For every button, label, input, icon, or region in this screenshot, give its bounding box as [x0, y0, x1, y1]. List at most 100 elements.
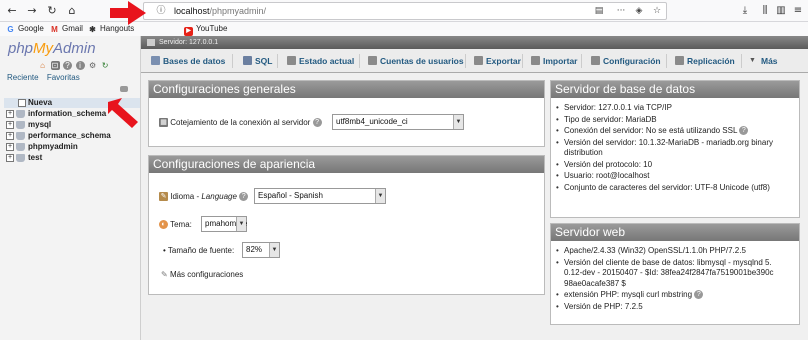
pocket-icon[interactable]: ◈: [632, 4, 646, 18]
exit-icon[interactable]: ⊡: [50, 61, 60, 70]
help-icon[interactable]: ?: [739, 126, 749, 136]
server-label[interactable]: Servidor: 127.0.0.1: [159, 39, 218, 46]
new-db-icon: [18, 99, 26, 107]
status-icon: [287, 56, 296, 65]
phpmyadmin-logo[interactable]: phpMyAdmin: [8, 40, 96, 57]
wrench-icon: ✎: [161, 270, 168, 279]
tab-status[interactable]: Estado actual: [285, 52, 354, 70]
server-icon: [147, 39, 155, 46]
help-icon[interactable]: ?: [694, 290, 704, 300]
info-item: Versión del cliente de base de datos: li…: [555, 258, 777, 290]
database-server-info: Servidor: 127.0.0.1 via TCP/IP Tipo de s…: [555, 103, 777, 194]
export-icon: [474, 56, 483, 65]
database-icon: [16, 154, 25, 162]
navigation-panel: phpMyAdmin ⌂ ⊡ ? i ⚙ ↻ Reciente Favorita…: [0, 36, 141, 340]
database-icon: [16, 143, 25, 151]
info-item: Versión del protocolo: 10: [555, 160, 777, 171]
recent-tab[interactable]: Reciente: [7, 73, 39, 82]
database-server-panel: Servidor de base de datos Servidor: 127.…: [550, 80, 800, 218]
url-bar[interactable]: ⓘ localhost/phpmyadmin/ ▤ ··· ◈ ☆: [143, 2, 667, 20]
tree-item-performance-schema[interactable]: + performance_schema: [4, 131, 140, 141]
tab-replication[interactable]: Replicación: [673, 52, 735, 70]
expand-icon[interactable]: +: [6, 121, 14, 129]
google-icon: G: [7, 25, 14, 34]
appearance-settings-title: Configuraciones de apariencia: [149, 156, 544, 173]
databases-icon: [151, 56, 160, 65]
red-arrow-new-icon: [108, 98, 138, 128]
collation-icon: ▦: [159, 118, 168, 128]
expand-icon[interactable]: +: [6, 110, 14, 118]
language-icon: ✎: [159, 192, 168, 202]
web-server-panel: Servidor web Apache/2.4.33 (Win32) OpenS…: [550, 223, 800, 325]
reload-icon[interactable]: ↻: [44, 3, 60, 19]
help-icon[interactable]: ?: [239, 192, 249, 202]
url-text: localhost/phpmyadmin/: [174, 6, 267, 16]
sql-icon: [243, 56, 252, 65]
library-icon[interactable]: ⫼: [757, 3, 773, 19]
database-icon: [16, 132, 25, 140]
font-size-label: • Tamaño de fuente:: [163, 246, 235, 255]
theme-label: ◐ Tema:: [159, 220, 192, 230]
collation-label: ▦ Cotejamiento de la conexión al servido…: [159, 118, 322, 128]
sidebar-icon[interactable]: ▥: [773, 3, 789, 19]
language-select[interactable]: Español - Spanish ▼: [254, 188, 386, 204]
more-settings-link[interactable]: ✎ Más configuraciones: [161, 270, 243, 279]
settings-icon[interactable]: ⚙: [88, 61, 97, 70]
forward-icon[interactable]: →: [24, 3, 40, 19]
chevron-down-icon: ▼: [749, 57, 756, 64]
help-icon[interactable]: ?: [312, 118, 322, 128]
main-content: Configuraciones generales ▦ Cotejamiento…: [141, 73, 808, 340]
tab-sql[interactable]: SQL: [241, 52, 272, 70]
main-tabs: Bases de datos SQL Estado actual Cuentas…: [141, 49, 808, 73]
back-icon[interactable]: ←: [4, 3, 20, 19]
import-icon: [531, 56, 540, 65]
help-icon[interactable]: ?: [63, 61, 73, 70]
theme-select[interactable]: pmahomme ▼: [201, 216, 247, 232]
font-size-select[interactable]: 82% ▼: [242, 242, 280, 258]
home-icon[interactable]: ⌂: [64, 3, 80, 19]
docs-icon[interactable]: i: [75, 61, 85, 70]
tab-import[interactable]: Importar: [529, 52, 577, 70]
database-icon: [16, 121, 25, 129]
expand-icon[interactable]: +: [6, 132, 14, 140]
info-item: Usuario: root@localhost: [555, 171, 777, 182]
reload-nav-icon[interactable]: ↻: [101, 61, 110, 70]
expand-icon[interactable]: +: [6, 154, 14, 162]
tab-export[interactable]: Exportar: [472, 52, 521, 70]
link-icon[interactable]: [120, 86, 128, 92]
reader-view-icon[interactable]: ▤: [592, 4, 606, 18]
collation-select[interactable]: utf8mb4_unicode_ci ▼: [332, 114, 464, 130]
page-actions-icon[interactable]: ···: [614, 4, 628, 18]
general-settings-panel: Configuraciones generales ▦ Cotejamiento…: [148, 80, 545, 147]
tree-item-phpmyadmin[interactable]: + phpmyadmin: [4, 142, 140, 152]
replication-icon: [675, 56, 684, 65]
download-icon[interactable]: ⤓: [737, 3, 753, 19]
chevron-down-icon: ▼: [269, 243, 279, 257]
bookmark-google[interactable]: G Google: [6, 23, 43, 35]
tab-user-accounts[interactable]: Cuentas de usuarios: [366, 52, 464, 70]
server-breadcrumb: Servidor: 127.0.0.1: [141, 36, 808, 49]
menu-icon[interactable]: ≡: [790, 3, 806, 19]
users-icon: [368, 56, 377, 65]
language-label: ✎ Idioma - Language ?: [159, 192, 249, 202]
web-server-info: Apache/2.4.33 (Win32) OpenSSL/1.1.0h PHP…: [555, 246, 777, 313]
gmail-icon: M: [51, 25, 58, 34]
bookmark-gmail[interactable]: M Gmail: [50, 23, 83, 35]
youtube-icon: ▶: [184, 27, 193, 36]
database-server-title: Servidor de base de datos: [551, 81, 799, 98]
database-icon: [16, 110, 25, 118]
chevron-down-icon: ▼: [375, 189, 385, 203]
tree-item-test[interactable]: + test: [4, 153, 140, 163]
expand-icon[interactable]: +: [6, 143, 14, 151]
red-arrow-url-icon: [110, 1, 146, 25]
tab-more[interactable]: ▼ Más: [747, 52, 778, 70]
info-item: Conexión del servidor: No se está utiliz…: [555, 126, 777, 137]
hangouts-icon: ✱: [89, 25, 96, 34]
bookmark-youtube[interactable]: ▶ YouTube: [184, 23, 227, 36]
tab-databases[interactable]: Bases de datos: [149, 52, 225, 70]
tab-settings[interactable]: Configuración: [589, 52, 661, 70]
home-icon[interactable]: ⌂: [38, 61, 47, 70]
info-icon[interactable]: ⓘ: [154, 4, 168, 18]
bookmark-star-icon[interactable]: ☆: [650, 4, 664, 18]
favorites-tab[interactable]: Favoritas: [47, 73, 80, 82]
